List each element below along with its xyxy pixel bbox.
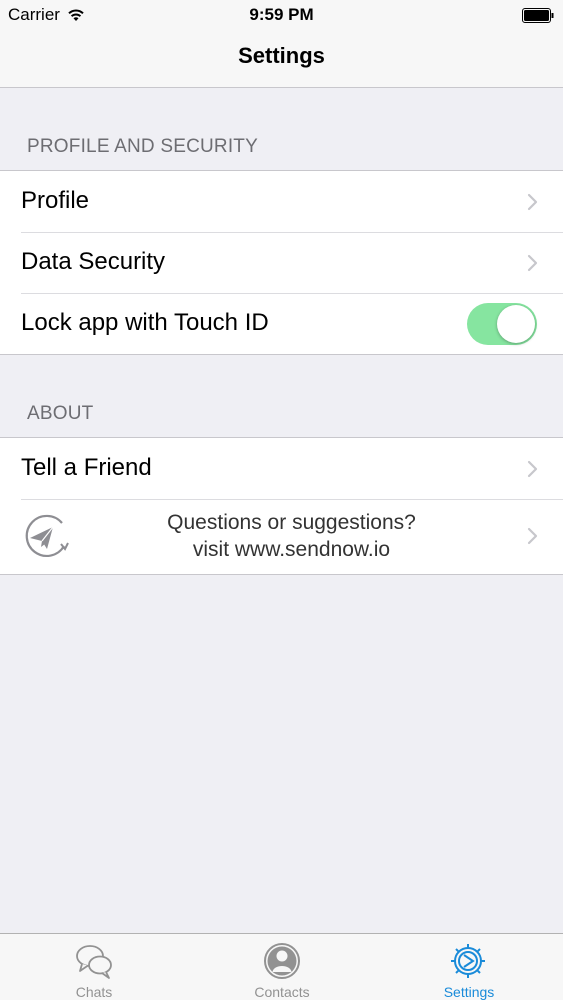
- feedback-line-1: Questions or suggestions?: [167, 511, 416, 534]
- section-header-profile-security: PROFILE AND SECURITY: [27, 136, 258, 157]
- chevron-right-icon: [527, 460, 538, 478]
- chevron-right-icon: [527, 193, 538, 211]
- battery-icon: [522, 8, 554, 23]
- tab-bar: Chats Contacts Settings: [0, 933, 563, 1000]
- data-security-row[interactable]: Data Security: [0, 232, 563, 293]
- profile-label: Profile: [21, 187, 90, 214]
- feedback-row[interactable]: Questions or suggestions? visit www.send…: [0, 499, 563, 574]
- touch-id-row: Lock app with Touch ID: [0, 293, 563, 354]
- tab-contacts[interactable]: Contacts: [188, 934, 376, 1000]
- navigation-bar: Settings: [0, 30, 563, 88]
- gear-icon: [451, 944, 485, 978]
- chevron-right-icon: [527, 254, 538, 272]
- feedback-line-2: visit www.sendnow.io: [192, 538, 391, 561]
- toggle-knob: [497, 305, 535, 343]
- profile-row[interactable]: Profile: [0, 171, 563, 232]
- status-bar: Carrier 9:59 PM: [0, 0, 563, 30]
- tab-chats-label: Chats: [75, 984, 113, 1000]
- touch-id-toggle[interactable]: [467, 303, 537, 345]
- page-title: Settings: [238, 43, 325, 68]
- touch-id-label: Lock app with Touch ID: [21, 309, 269, 336]
- tab-settings-label: Settings: [443, 984, 495, 1000]
- section-header-about: ABOUT: [27, 403, 94, 424]
- chevron-right-icon: [527, 527, 538, 545]
- tell-a-friend-label: Tell a Friend: [21, 454, 152, 481]
- profile-security-group: Profile Data Security Lock app with Touc…: [0, 170, 563, 355]
- chat-bubbles-icon: [76, 945, 112, 979]
- status-time: 9:59 PM: [249, 5, 314, 24]
- tab-contacts-label: Contacts: [254, 984, 310, 1000]
- feedback-text: Questions or suggestions? visit www.send…: [60, 509, 523, 563]
- tell-a-friend-row[interactable]: Tell a Friend: [0, 438, 563, 499]
- contact-icon: [264, 943, 300, 979]
- tab-settings[interactable]: Settings: [375, 934, 563, 1000]
- about-group: Tell a Friend Questions or suggestions? …: [0, 437, 563, 575]
- data-security-label: Data Security: [21, 248, 166, 275]
- tab-chats[interactable]: Chats: [0, 934, 188, 1000]
